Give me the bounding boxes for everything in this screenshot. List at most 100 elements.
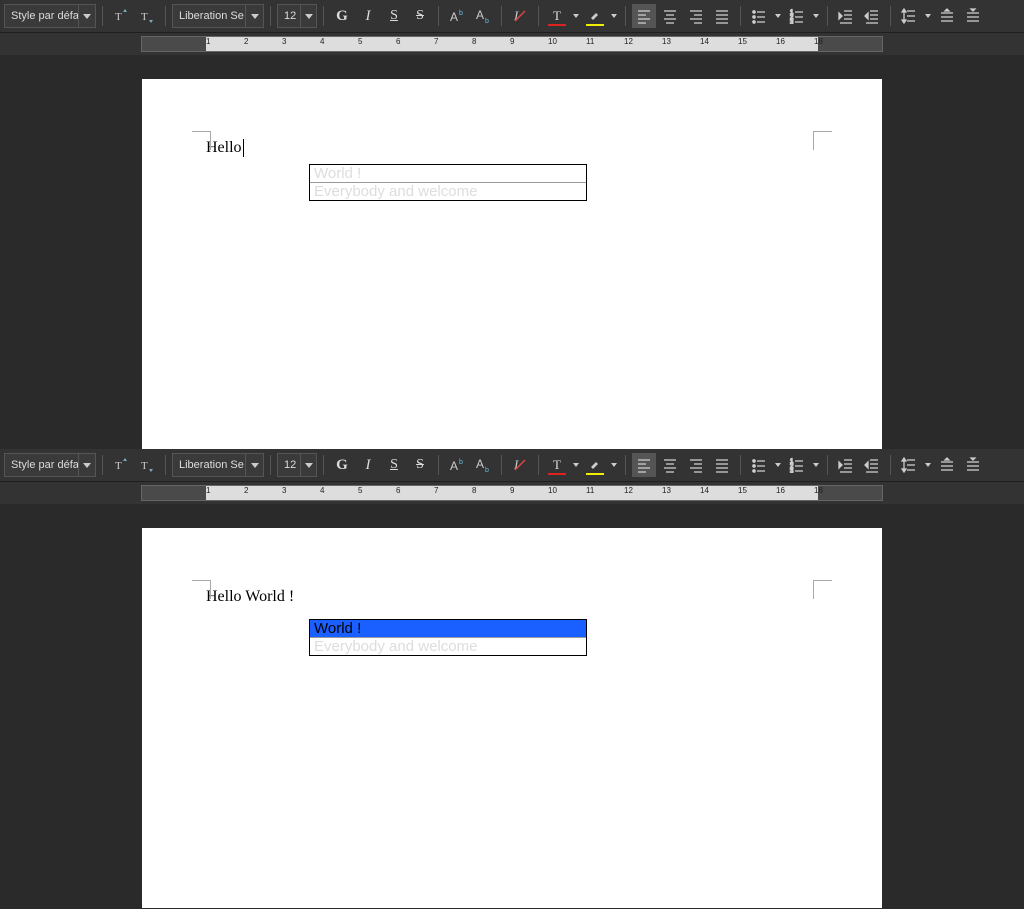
new-style-icon[interactable]: T xyxy=(135,453,159,477)
svg-text:3: 3 xyxy=(790,469,794,473)
autocomplete-popup[interactable]: World !Everybody and welcome xyxy=(309,619,587,656)
update-style-icon[interactable]: T xyxy=(109,453,133,477)
bullet-list-dropdown[interactable] xyxy=(773,453,783,477)
svg-text:b: b xyxy=(459,459,463,466)
decrease-indent-button[interactable] xyxy=(860,4,884,28)
chevron-down-icon[interactable] xyxy=(78,454,95,476)
autocomplete-item[interactable]: World ! xyxy=(310,165,586,183)
underline-button[interactable]: S xyxy=(382,4,406,28)
highlight-color-dropdown[interactable] xyxy=(609,453,619,477)
bullet-list-dropdown[interactable] xyxy=(773,4,783,28)
bold-button[interactable]: G xyxy=(330,453,354,477)
horizontal-ruler[interactable]: 1234567891011121314151618 xyxy=(0,482,1024,504)
svg-text:A: A xyxy=(450,459,458,473)
text-line[interactable]: Hello World ! xyxy=(206,588,818,606)
bold-button[interactable]: G xyxy=(330,4,354,28)
font-size-combo[interactable]: 12 xyxy=(277,4,317,28)
align-left-button[interactable] xyxy=(632,4,656,28)
highlight-color-button[interactable] xyxy=(583,4,607,28)
align-left-button[interactable] xyxy=(632,453,656,477)
strikethrough-button[interactable]: S xyxy=(408,4,432,28)
subscript-button[interactable]: Ab xyxy=(471,4,495,28)
font-name-text: Liberation Se xyxy=(173,10,245,22)
font-name-combo[interactable]: Liberation Se xyxy=(172,453,264,477)
align-center-button[interactable] xyxy=(658,453,682,477)
line-spacing-dropdown[interactable] xyxy=(923,4,933,28)
font-name-combo[interactable]: Liberation Se xyxy=(172,4,264,28)
highlight-color-dropdown[interactable] xyxy=(609,4,619,28)
svg-text:b: b xyxy=(459,10,463,17)
paragraph-style-combo[interactable]: Style par défa xyxy=(4,4,96,28)
para-space-increase-button[interactable] xyxy=(935,453,959,477)
typed-text: Hello xyxy=(206,588,242,605)
paragraph-style-combo[interactable]: Style par défa xyxy=(4,453,96,477)
new-style-icon[interactable]: T xyxy=(135,4,159,28)
superscript-button[interactable]: Ab xyxy=(445,453,469,477)
font-color-button[interactable]: T xyxy=(545,4,569,28)
strikethrough-button[interactable]: S xyxy=(408,453,432,477)
svg-text:A: A xyxy=(476,457,484,471)
font-color-button[interactable]: T xyxy=(545,453,569,477)
font-size-combo[interactable]: 12 xyxy=(277,453,317,477)
align-justify-button[interactable] xyxy=(710,453,734,477)
document-area[interactable]: Hello xyxy=(0,55,1024,449)
document-area[interactable]: Hello World ! xyxy=(0,504,1024,908)
line-spacing-button[interactable] xyxy=(897,453,921,477)
autocomplete-item[interactable]: Everybody and welcome xyxy=(310,638,586,655)
font-color-dropdown[interactable] xyxy=(571,4,581,28)
inserted-text: World ! xyxy=(242,588,295,605)
italic-button[interactable]: I xyxy=(356,4,380,28)
typed-text: Hello xyxy=(206,139,242,156)
font-size-text: 12 xyxy=(278,459,300,471)
numbered-list-dropdown[interactable] xyxy=(811,453,821,477)
autocomplete-popup[interactable]: World !Everybody and welcome xyxy=(309,164,587,201)
align-center-button[interactable] xyxy=(658,4,682,28)
chevron-down-icon[interactable] xyxy=(300,454,316,476)
align-justify-button[interactable] xyxy=(710,4,734,28)
text-line[interactable]: Hello xyxy=(206,139,818,157)
font-color-dropdown[interactable] xyxy=(571,453,581,477)
chevron-down-icon[interactable] xyxy=(300,5,316,27)
bullet-list-button[interactable] xyxy=(747,4,771,28)
decrease-indent-button[interactable] xyxy=(860,453,884,477)
svg-text:T: T xyxy=(115,11,122,23)
para-space-increase-button[interactable] xyxy=(935,4,959,28)
clear-formatting-button[interactable]: I xyxy=(508,4,532,28)
editor-pane: Style par défaTTLiberation Se12GISSAbAbI… xyxy=(0,449,1024,908)
paragraph-style-text: Style par défa xyxy=(5,10,78,22)
align-right-button[interactable] xyxy=(684,4,708,28)
autocomplete-item[interactable]: World ! xyxy=(310,620,586,638)
increase-indent-button[interactable] xyxy=(834,4,858,28)
para-space-decrease-button[interactable] xyxy=(961,453,985,477)
svg-text:T: T xyxy=(141,460,148,472)
margin-corner-icon xyxy=(192,580,211,599)
underline-button[interactable]: S xyxy=(382,453,406,477)
numbered-list-button[interactable]: 123 xyxy=(785,4,809,28)
clear-formatting-button[interactable]: I xyxy=(508,453,532,477)
numbered-list-button[interactable]: 123 xyxy=(785,453,809,477)
align-right-button[interactable] xyxy=(684,453,708,477)
update-style-icon[interactable]: T xyxy=(109,4,133,28)
autocomplete-item[interactable]: Everybody and welcome xyxy=(310,183,586,200)
svg-text:b: b xyxy=(485,18,489,24)
svg-text:T: T xyxy=(115,460,122,472)
chevron-down-icon[interactable] xyxy=(245,5,263,27)
subscript-button[interactable]: Ab xyxy=(471,453,495,477)
chevron-down-icon[interactable] xyxy=(78,5,95,27)
svg-text:b: b xyxy=(485,467,489,473)
superscript-button[interactable]: Ab xyxy=(445,4,469,28)
para-space-decrease-button[interactable] xyxy=(961,4,985,28)
numbered-list-dropdown[interactable] xyxy=(811,4,821,28)
editor-pane: Style par défaTTLiberation Se12GISSAbAbI… xyxy=(0,0,1024,449)
bullet-list-button[interactable] xyxy=(747,453,771,477)
highlight-color-button[interactable] xyxy=(583,453,607,477)
document-page[interactable]: Hello World ! xyxy=(142,528,882,908)
increase-indent-button[interactable] xyxy=(834,453,858,477)
chevron-down-icon[interactable] xyxy=(245,454,263,476)
italic-button[interactable]: I xyxy=(356,453,380,477)
line-spacing-dropdown[interactable] xyxy=(923,453,933,477)
font-name-text: Liberation Se xyxy=(173,459,245,471)
horizontal-ruler[interactable]: 1234567891011121314151618 xyxy=(0,33,1024,55)
line-spacing-button[interactable] xyxy=(897,4,921,28)
document-page[interactable]: Hello xyxy=(142,79,882,449)
